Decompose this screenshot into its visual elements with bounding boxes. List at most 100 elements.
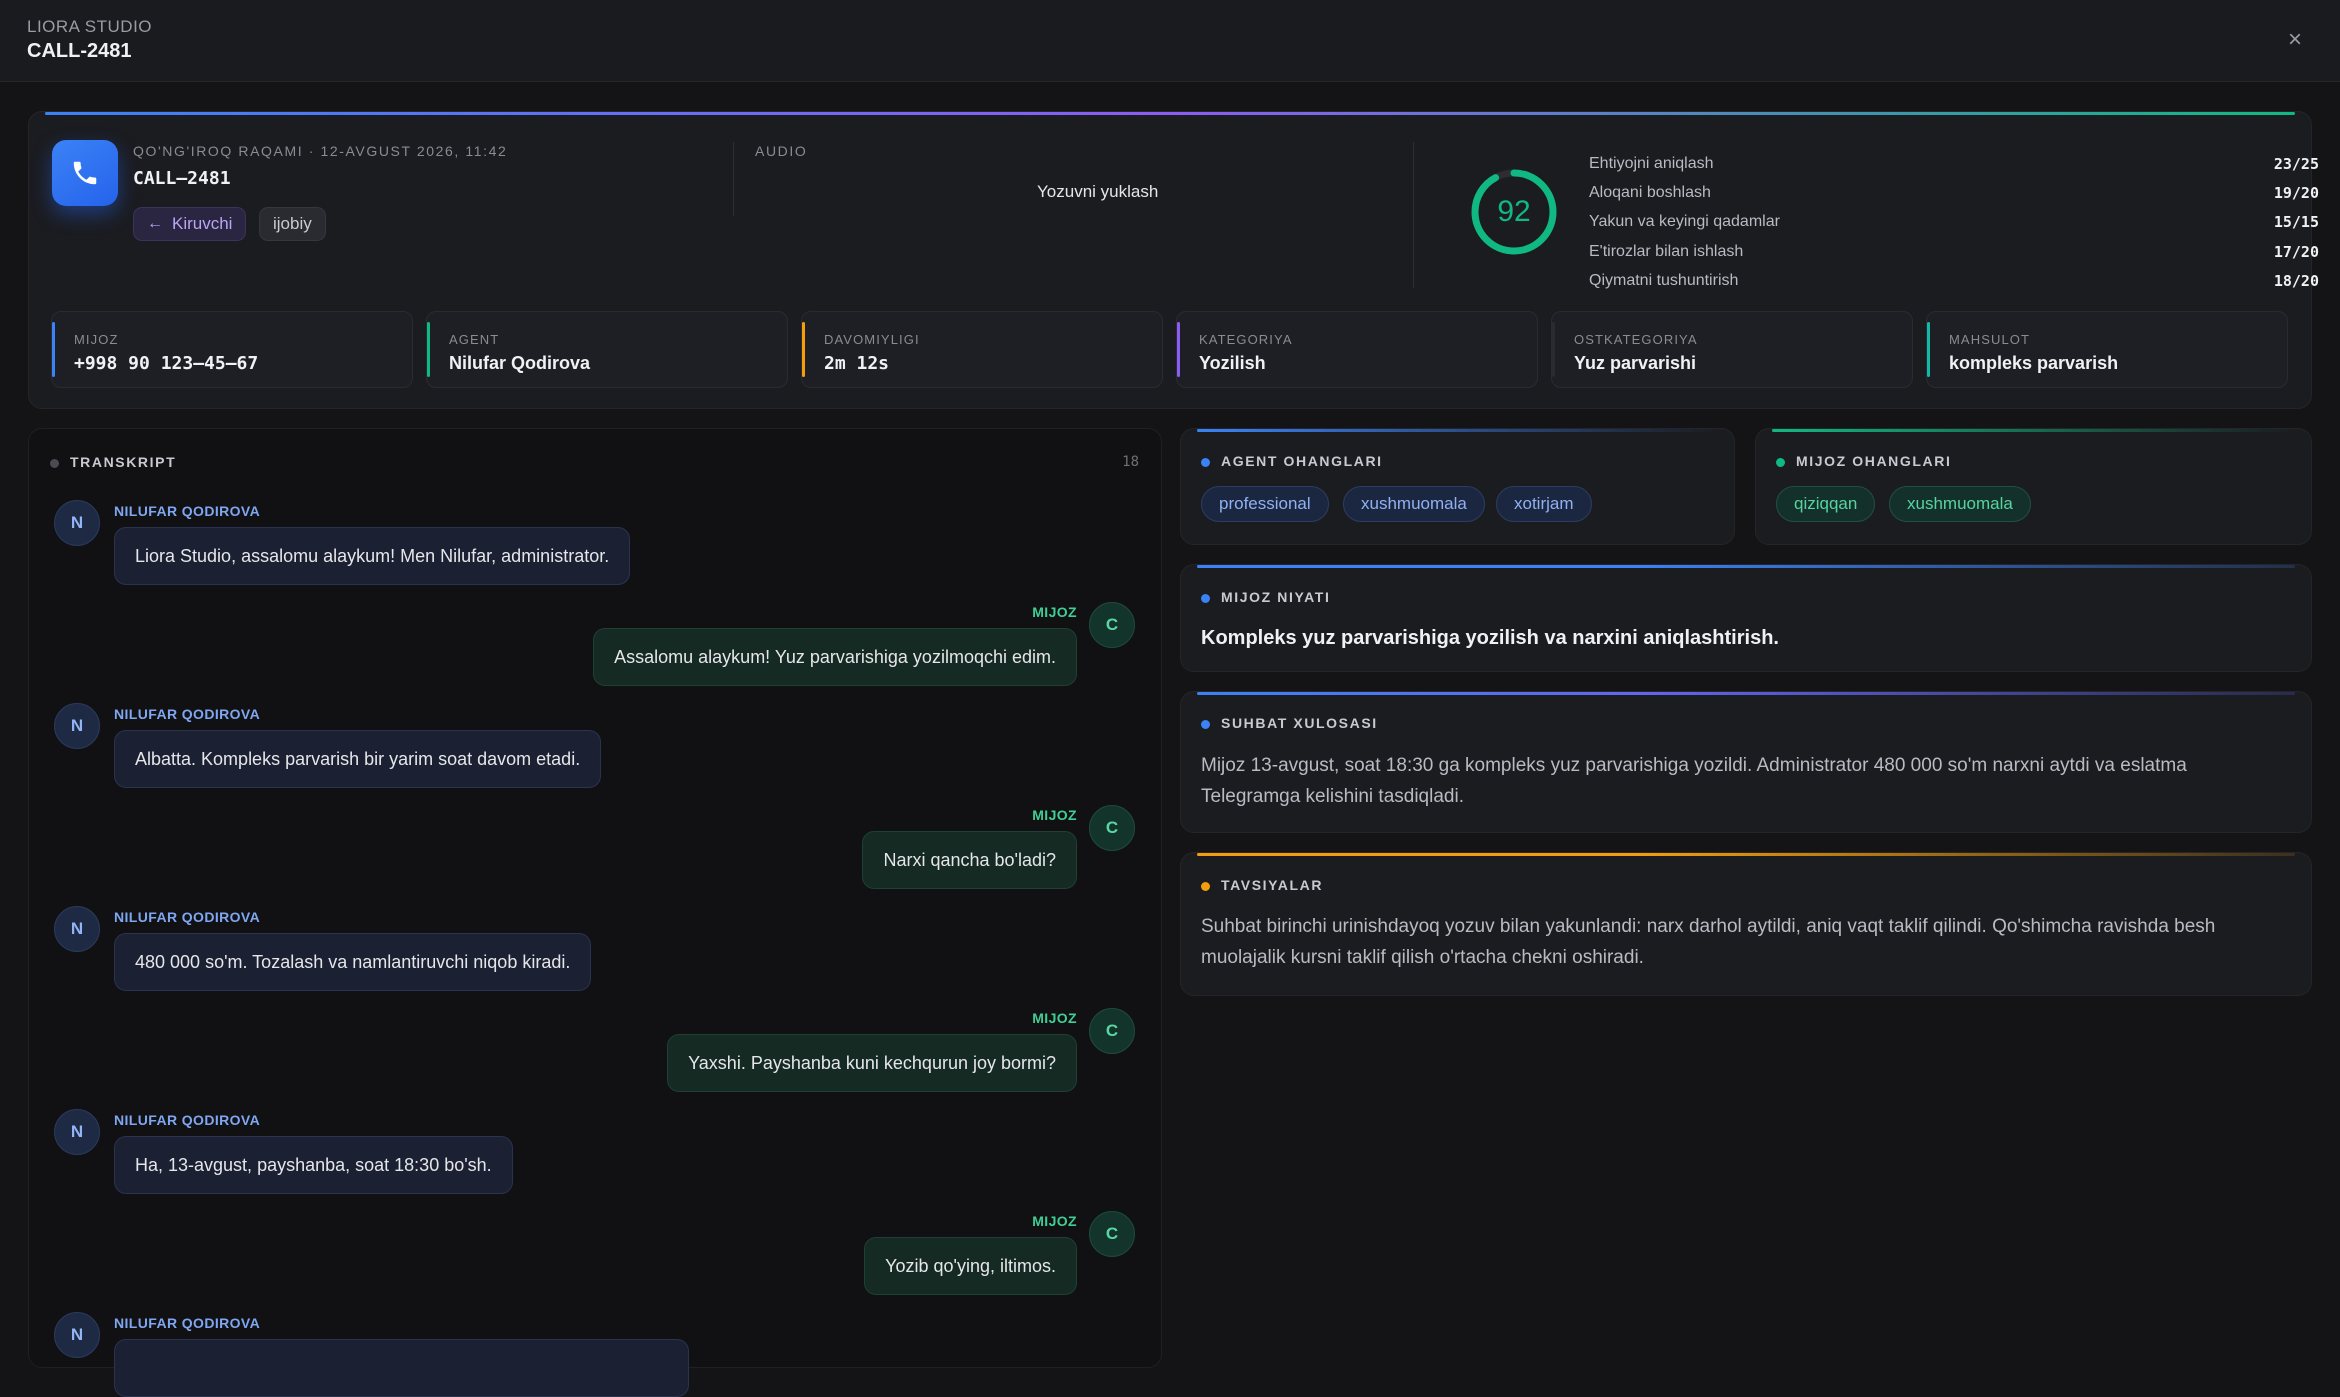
tone-tag: xushmuomala: [1889, 486, 2031, 522]
avatar: N: [54, 500, 100, 546]
stat-accent: [802, 322, 805, 377]
status-dot: [1201, 458, 1210, 467]
stat-accent: [1927, 322, 1930, 377]
direction-label: Kiruvchi: [172, 214, 233, 233]
stat-accent: [1177, 322, 1180, 377]
stat-label: MIJOZ: [74, 332, 119, 347]
message-bubble: Albatta. Kompleks parvarish bir yarim so…: [114, 730, 602, 788]
tone-tag: professional: [1201, 486, 1329, 522]
criteria-list: Ehtiyojni aniqlash 23/25 Aloqani boshlash…: [1589, 149, 2319, 295]
criteria-name: E'tirozlar bilan ishlash: [1589, 242, 1744, 260]
speaker-name: NILUFAR QODIROVA: [114, 909, 261, 925]
close-icon[interactable]: ×: [2288, 26, 2302, 54]
criteria-name: Ehtiyojni aniqlash: [1589, 154, 1714, 172]
stat-label: MAHSULOT: [1949, 332, 2031, 347]
transcript-title: TRANSKRIPT: [70, 454, 177, 470]
summary-panel: SUHBAT XULOSASI Mijoz 13-avgust, soat 18…: [1180, 691, 2312, 833]
stat-accent: [52, 322, 55, 377]
criteria-name: Qiymatni tushuntirish: [1589, 271, 1739, 289]
stat-value: Yozilish: [1199, 353, 1266, 373]
criteria-score: 19/20: [2273, 183, 2319, 202]
load-recording-button[interactable]: Yozuvni yuklash: [1037, 182, 1158, 202]
stat-agent: AGENT Nilufar Qodirova: [426, 311, 788, 388]
message-count: 18: [1122, 454, 1139, 470]
call-meta-label: QO'NG'IROQ RAQAMI · 12-AVGUST 2026, 11:4…: [133, 143, 508, 159]
stat-product: MAHSULOT kompleks parvarish: [1926, 311, 2288, 388]
stat-value: 2m 12s: [824, 353, 890, 374]
intent-text: Kompleks yuz parvarishiga yozilish va na…: [1201, 627, 1779, 649]
message-bubble: Yaxshi. Payshanba kuni kechqurun joy bor…: [667, 1034, 1077, 1092]
message-bubble: Narxi qancha bo'ladi?: [862, 831, 1077, 889]
stat-category: KATEGORIYA Yozilish: [1176, 311, 1538, 388]
tone-tag: xushmuomala: [1343, 486, 1485, 522]
call-overview-card: QO'NG'IROQ RAQAMI · 12-AVGUST 2026, 11:4…: [28, 111, 2319, 409]
status-dot: [50, 459, 59, 468]
avatar: C: [1089, 1211, 1135, 1257]
panel-title: TAVSIYALAR: [1221, 877, 1324, 893]
message-bubble: Ha, 13-avgust, payshanba, soat 18:30 bo'…: [114, 1136, 513, 1194]
divider: [1413, 142, 1414, 288]
stat-value: kompleks parvarish: [1949, 353, 2119, 373]
stat-accent: [427, 322, 430, 377]
speaker-name: MIJOZ: [1032, 1010, 1077, 1026]
panel-accent: [1197, 429, 1718, 432]
stat-label: DAVOMIYLIGI: [824, 332, 920, 347]
status-dot: [1201, 594, 1210, 603]
sentiment-chip: ijobiy: [259, 207, 326, 241]
speaker-name: NILUFAR QODIROVA: [114, 706, 261, 722]
avatar: N: [54, 906, 100, 952]
speaker-name: MIJOZ: [1032, 807, 1077, 823]
speaker-name: NILUFAR QODIROVA: [114, 503, 261, 519]
criteria-score: 17/20: [2273, 242, 2319, 261]
panel-accent: [1197, 565, 2295, 568]
phone-icon: [52, 140, 118, 206]
call-id: CALL–2481: [133, 168, 231, 189]
top-bar: LIORA STUDIO CALL-2481 ×: [0, 0, 2340, 82]
direction-chip: ← Kiruvchi: [133, 207, 247, 241]
criteria-score: 15/15: [2273, 213, 2319, 232]
recommendations-text: Suhbat birinchi urinishdayoq yozuv bilan…: [1201, 916, 2216, 968]
audio-label: AUDIO: [755, 143, 808, 159]
avatar: N: [54, 703, 100, 749]
tone-tag: xotirjam: [1496, 486, 1592, 522]
criteria-row: Aloqani boshlash 19/20: [1589, 178, 2319, 207]
avatar: C: [1089, 602, 1135, 648]
stat-label: KATEGORIYA: [1199, 332, 1293, 347]
avatar: N: [54, 1312, 100, 1358]
avatar: C: [1089, 805, 1135, 851]
tone-tag: qiziqqan: [1776, 486, 1876, 522]
divider: [733, 142, 734, 216]
stat-label: AGENT: [449, 332, 500, 347]
criteria-score: 18/20: [2273, 271, 2319, 290]
stat-duration: DAVOMIYLIGI 2m 12s: [801, 311, 1163, 388]
status-dot: [1201, 720, 1210, 729]
client-tones-panel: MIJOZ OHANGLARI qiziqqan xushmuomala: [1755, 428, 2312, 545]
speaker-name: NILUFAR QODIROVA: [114, 1112, 261, 1128]
criteria-row: Ehtiyojni aniqlash 23/25: [1589, 149, 2319, 178]
recommendations-panel: TAVSIYALAR Suhbat birinchi urinishdayoq …: [1180, 852, 2312, 996]
message-bubble: Assalomu alaykum! Yuz parvarishiga yozil…: [593, 628, 1077, 686]
speaker-name: MIJOZ: [1032, 1213, 1077, 1229]
studio-name: LIORA STUDIO: [27, 17, 153, 36]
criteria-row: E'tirozlar bilan ishlash 17/20: [1589, 237, 2319, 266]
stat-value: Yuz parvarishi: [1574, 353, 1697, 373]
call-title: CALL-2481: [27, 40, 132, 62]
panel-accent: [1772, 429, 2295, 432]
panel-title: SUHBAT XULOSASI: [1221, 715, 1378, 731]
panel-title: MIJOZ NIYATI: [1221, 589, 1331, 605]
message-bubble: 480 000 so'm. Tozalash va namlantiruvchi…: [114, 933, 592, 991]
panel-accent: [1197, 692, 2295, 695]
stat-accent: [1552, 322, 1555, 377]
transcript-panel[interactable]: TRANSKRIPT 18 N NILUFAR QODIROVA Liora S…: [28, 428, 1162, 1397]
panel-accent: [1197, 853, 2295, 856]
score-value: 92: [1497, 195, 1531, 228]
message-bubble: Liora Studio, assalomu alaykum! Men Nilu…: [114, 527, 631, 585]
avatar: N: [54, 1109, 100, 1155]
stat-value: +998 90 123–45–67: [74, 353, 259, 374]
panel-title: MIJOZ OHANGLARI: [1796, 453, 1952, 469]
avatar: C: [1089, 1008, 1135, 1054]
message-bubble: Yozib qo'ying, iltimos.: [864, 1237, 1077, 1295]
gradient-line: [45, 112, 2295, 115]
stat-value: Nilufar Qodirova: [449, 353, 591, 373]
speaker-name: MIJOZ: [1032, 604, 1077, 620]
